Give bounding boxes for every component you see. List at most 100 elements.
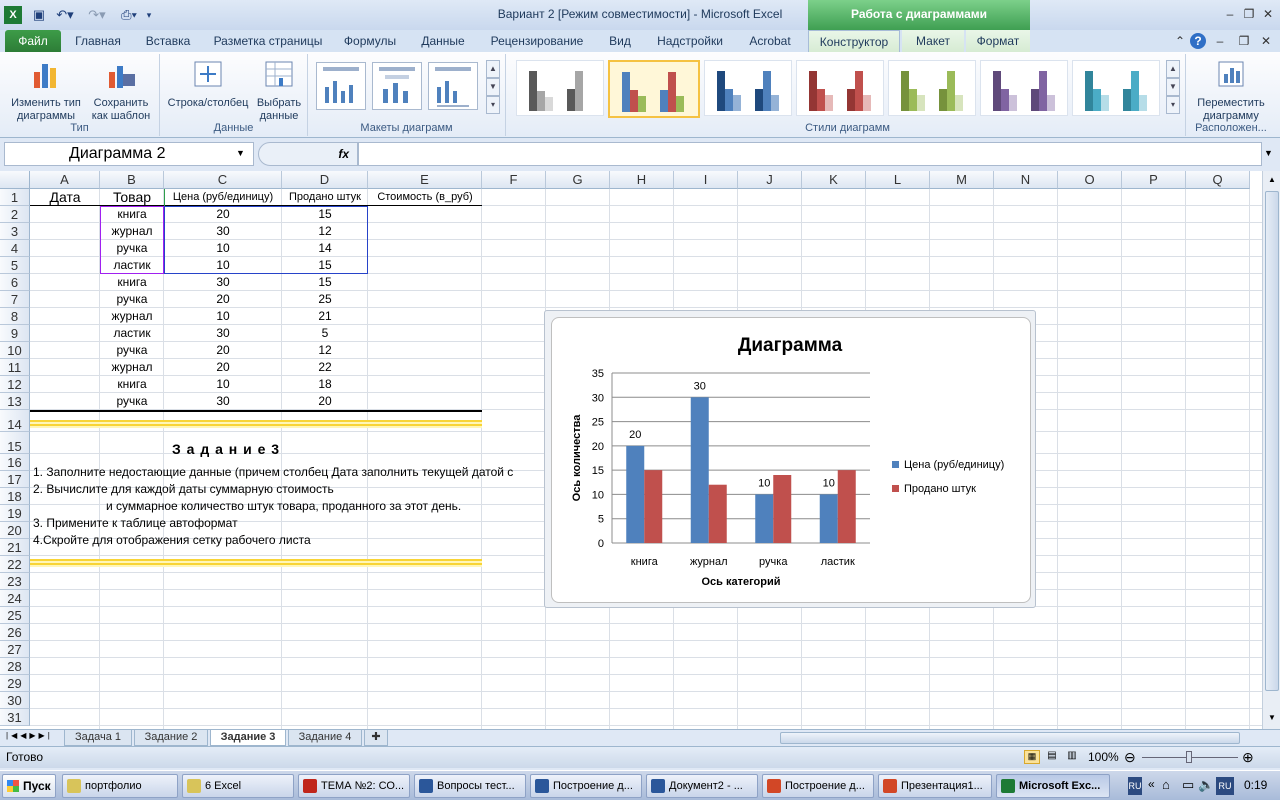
taskbar-item-8[interactable]: Презентация1...	[878, 774, 992, 798]
taskbar-item-9[interactable]: Microsoft Exc...	[996, 774, 1110, 798]
row-header-10[interactable]: 10	[0, 342, 30, 359]
table-cell-B13[interactable]: ручка	[100, 393, 164, 410]
table-cell-B7[interactable]: ручка	[100, 291, 164, 308]
language-indicator[interactable]: RU	[1216, 777, 1234, 795]
minimize-icon[interactable]: –	[1222, 6, 1238, 22]
table-cell-D11[interactable]: 22	[282, 359, 368, 376]
zoom-slider-thumb[interactable]	[1186, 751, 1192, 763]
tray-arrows-icon[interactable]: «	[1148, 777, 1155, 791]
row-header-18[interactable]: 18	[0, 488, 30, 505]
column-header-C[interactable]: C	[164, 171, 282, 189]
change-chart-type-button[interactable]: Изменить тип диаграммы	[6, 56, 86, 123]
row-header-1[interactable]: 1	[0, 189, 30, 206]
table-cell-B6[interactable]: книга	[100, 274, 164, 291]
table-cell-C9[interactable]: 30	[164, 325, 282, 342]
header-cell-A[interactable]: Дата	[30, 189, 100, 206]
restore-icon[interactable]: ❐	[1241, 6, 1257, 22]
taskbar-item-7[interactable]: Построение д...	[762, 774, 874, 798]
insert-sheet-icon[interactable]: ✚	[364, 730, 388, 746]
tray-volume-icon[interactable]: 🔈	[1198, 777, 1214, 793]
table-cell-B9[interactable]: ластик	[100, 325, 164, 342]
column-header-F[interactable]: F	[482, 171, 546, 189]
column-header-O[interactable]: O	[1058, 171, 1122, 189]
page-layout-view-icon[interactable]: ▤	[1044, 750, 1060, 764]
row-header-31[interactable]: 31	[0, 709, 30, 726]
header-cell-B[interactable]: Товар	[100, 189, 164, 206]
row-header-17[interactable]: 17	[0, 471, 30, 488]
vertical-scrollbar[interactable]: ▲ ▼	[1262, 171, 1280, 729]
row-header-8[interactable]: 8	[0, 308, 30, 325]
row-header-14[interactable]: 14	[0, 410, 30, 432]
doc-minimize-icon[interactable]: –	[1212, 33, 1228, 49]
table-cell-C10[interactable]: 20	[164, 342, 282, 359]
normal-view-icon[interactable]: ▦	[1024, 750, 1040, 764]
chart-object[interactable]: Диаграмма 0 5 10 15 20 25 30 35 20 книга 30 журнал 10…	[544, 310, 1036, 608]
row-header-30[interactable]: 30	[0, 692, 30, 709]
expand-formula-bar-icon[interactable]: ▼	[1264, 148, 1273, 158]
chart-area[interactable]: Диаграмма 0 5 10 15 20 25 30 35 20 книга 30 журнал 10…	[551, 317, 1031, 603]
table-cell-D7[interactable]: 25	[282, 291, 368, 308]
header-cell-D[interactable]: Продано штук	[282, 189, 368, 206]
column-header-Q[interactable]: Q	[1186, 171, 1250, 189]
tab-view[interactable]: Вид	[598, 30, 642, 52]
row-header-9[interactable]: 9	[0, 325, 30, 342]
table-cell-D8[interactable]: 21	[282, 308, 368, 325]
scroll-down-icon[interactable]: ▼	[1265, 711, 1279, 725]
table-cell-C8[interactable]: 10	[164, 308, 282, 325]
tab-home[interactable]: Главная	[66, 30, 130, 52]
taskbar-item-3[interactable]: ТЕМА №2: СО...	[298, 774, 410, 798]
tab-formulas[interactable]: Формулы	[336, 30, 404, 52]
row-header-27[interactable]: 27	[0, 641, 30, 658]
start-button[interactable]: Пуск	[2, 774, 56, 798]
chart-style-4[interactable]	[796, 60, 884, 116]
tray-network-icon[interactable]: ⌂	[1162, 777, 1170, 792]
row-header-23[interactable]: 23	[0, 573, 30, 590]
row-header-26[interactable]: 26	[0, 624, 30, 641]
header-cell-C[interactable]: Цена (руб/единицу)	[164, 189, 282, 206]
table-cell-D6[interactable]: 15	[282, 274, 368, 291]
table-cell-C12[interactable]: 10	[164, 376, 282, 393]
help-icon[interactable]: ?	[1190, 33, 1206, 49]
chart-layout-1[interactable]	[316, 62, 366, 110]
column-header-N[interactable]: N	[994, 171, 1058, 189]
header-cell-E[interactable]: Стоимость (в_руб)	[368, 189, 482, 206]
styles-scroll-down-icon[interactable]: ▼	[1166, 78, 1180, 96]
chart-style-6[interactable]	[980, 60, 1068, 116]
doc-restore-icon[interactable]: ❐	[1236, 33, 1252, 49]
table-cell-D13[interactable]: 20	[282, 393, 368, 410]
zoom-out-icon[interactable]: ⊖	[1124, 749, 1136, 766]
column-header-K[interactable]: K	[802, 171, 866, 189]
column-header-G[interactable]: G	[546, 171, 610, 189]
tab-addins[interactable]: Надстройки	[648, 30, 732, 52]
scroll-up-icon[interactable]: ▲	[1265, 173, 1279, 187]
row-header-22[interactable]: 22	[0, 556, 30, 573]
row-header-25[interactable]: 25	[0, 607, 30, 624]
row-header-20[interactable]: 20	[0, 522, 30, 539]
tab-data[interactable]: Данные	[410, 30, 476, 52]
row-header-6[interactable]: 6	[0, 274, 30, 291]
layouts-scroll-up-icon[interactable]: ▲	[486, 60, 500, 78]
column-header-B[interactable]: B	[100, 171, 164, 189]
zoom-in-icon[interactable]: ⊕	[1242, 749, 1254, 766]
select-all-corner[interactable]	[0, 171, 30, 189]
tab-page-layout[interactable]: Разметка страницы	[206, 30, 330, 52]
name-box-dropdown-icon[interactable]: ▼	[236, 148, 245, 158]
chart-style-7[interactable]	[1072, 60, 1160, 116]
doc-close-icon[interactable]: ✕	[1258, 33, 1274, 49]
tab-design[interactable]: Конструктор	[808, 30, 900, 53]
column-header-A[interactable]: A	[30, 171, 100, 189]
table-cell-D10[interactable]: 12	[282, 342, 368, 359]
horizontal-scrollbar[interactable]	[780, 732, 1240, 744]
taskbar-item-4[interactable]: Вопросы тест...	[414, 774, 526, 798]
name-box[interactable]: Диаграмма 2	[4, 142, 254, 166]
table-cell-D9[interactable]: 5	[282, 325, 368, 342]
save-as-template-button[interactable]: Сохранить как шаблон	[86, 56, 156, 123]
select-data-button[interactable]: Выбрать данные	[252, 56, 306, 123]
row-header-3[interactable]: 3	[0, 223, 30, 240]
chart-layout-2[interactable]	[372, 62, 422, 110]
row-header-2[interactable]: 2	[0, 206, 30, 223]
column-header-D[interactable]: D	[282, 171, 368, 189]
sheet-tab-4[interactable]: Задание 4	[288, 730, 362, 746]
tab-acrobat[interactable]: Acrobat	[738, 30, 802, 52]
sheet-tab-2[interactable]: Задание 2	[134, 730, 208, 746]
